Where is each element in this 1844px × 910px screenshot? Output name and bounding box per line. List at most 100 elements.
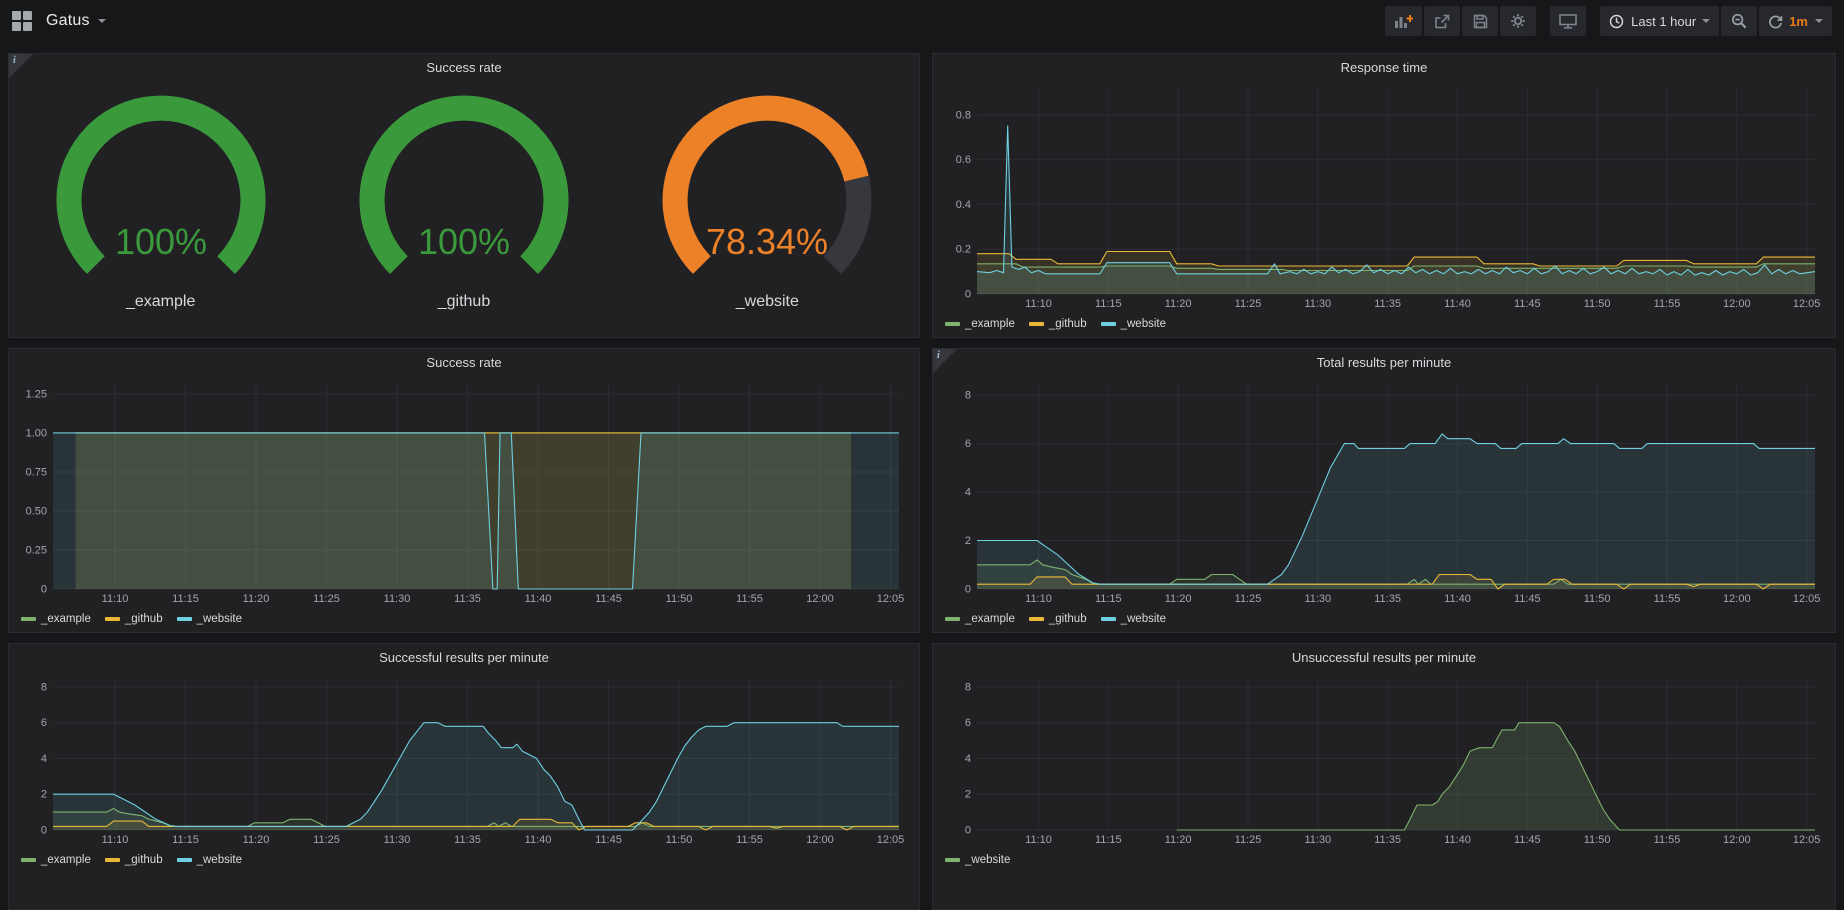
legend-item-github[interactable]: _github — [105, 613, 163, 625]
panel-title[interactable]: Successful results per minute — [9, 644, 919, 672]
svg-text:11:10: 11:10 — [1025, 593, 1052, 605]
svg-text:12:00: 12:00 — [806, 593, 834, 605]
monitor-icon — [1559, 14, 1577, 29]
svg-text:11:40: 11:40 — [525, 593, 552, 605]
chart-plot-area[interactable]: 0246811:1011:1511:2011:2511:3011:3511:40… — [17, 672, 911, 848]
gauge-svg: 78.34% — [647, 94, 887, 286]
chart-legend: _example _github _website — [9, 848, 919, 872]
add-panel-button[interactable] — [1385, 6, 1422, 36]
svg-text:11:15: 11:15 — [1095, 298, 1122, 310]
legend-item-github[interactable]: _github — [1029, 318, 1087, 330]
panel-title[interactable]: Unsuccessful results per minute — [933, 644, 1835, 672]
svg-text:6: 6 — [965, 438, 971, 450]
save-button[interactable] — [1462, 6, 1498, 36]
svg-text:11:30: 11:30 — [384, 834, 411, 846]
legend-label: _github — [1049, 613, 1087, 625]
legend-item-github[interactable]: _github — [105, 854, 163, 866]
gauge-row: 100% _example 100% _github 78.34% _websi… — [9, 82, 919, 311]
chart-plot-area[interactable]: 00.250.500.751.001.2511:1011:1511:2011:2… — [17, 377, 911, 607]
chart-legend: _website — [933, 848, 1835, 872]
panel-response-time: Response time 00.20.40.60.811:1011:1511:… — [932, 53, 1836, 338]
panel-title[interactable]: Success rate — [9, 349, 919, 377]
legend-swatch — [1029, 322, 1044, 326]
svg-text:11:20: 11:20 — [1165, 298, 1192, 310]
svg-text:4: 4 — [965, 753, 971, 765]
legend-item-example[interactable]: _example — [21, 613, 91, 625]
svg-text:0: 0 — [965, 289, 971, 301]
svg-text:12:05: 12:05 — [1793, 834, 1821, 846]
caret-down-icon — [1815, 19, 1823, 23]
legend-swatch — [177, 858, 192, 862]
share-button[interactable] — [1424, 6, 1460, 36]
magnifier-minus-icon — [1731, 13, 1747, 29]
zoom-out-button[interactable] — [1721, 6, 1757, 36]
svg-text:12:00: 12:00 — [1723, 298, 1751, 310]
svg-text:0: 0 — [41, 584, 47, 596]
chart-legend: _example _github _website — [933, 607, 1835, 631]
chart-plot-area[interactable]: 0246811:1011:1511:2011:2511:3011:3511:40… — [941, 672, 1827, 848]
legend-item-website[interactable]: _website — [1101, 318, 1166, 330]
svg-text:0.25: 0.25 — [26, 545, 47, 557]
svg-text:11:25: 11:25 — [1235, 834, 1262, 846]
svg-text:11:20: 11:20 — [1165, 834, 1192, 846]
panel-info-icon[interactable]: i — [933, 349, 957, 373]
chart-svg: 00.20.40.60.811:1011:1511:2011:2511:3011… — [941, 82, 1827, 312]
caret-down-icon[interactable] — [98, 19, 106, 23]
legend-item-example[interactable]: _example — [945, 613, 1015, 625]
gauge-arc: 78.34% — [617, 94, 917, 291]
svg-text:12:05: 12:05 — [877, 593, 905, 605]
gauge-label: _github — [314, 293, 614, 311]
legend-label: _website — [1121, 613, 1166, 625]
svg-text:11:15: 11:15 — [1095, 834, 1122, 846]
svg-text:11:15: 11:15 — [172, 593, 199, 605]
gauge-svg: 100% — [41, 94, 281, 286]
svg-text:11:55: 11:55 — [1654, 834, 1681, 846]
panel-info-icon[interactable]: i — [9, 54, 33, 78]
refresh-button[interactable]: 1m — [1759, 6, 1832, 36]
svg-text:11:15: 11:15 — [172, 834, 199, 846]
svg-text:11:35: 11:35 — [454, 593, 481, 605]
svg-text:11:40: 11:40 — [1444, 834, 1471, 846]
svg-text:11:40: 11:40 — [525, 834, 552, 846]
panel-success-rate-gauges: i Success rate 100% _example 100% _githu… — [8, 53, 920, 338]
svg-text:12:05: 12:05 — [1793, 593, 1821, 605]
legend-item-website[interactable]: _website — [1101, 613, 1166, 625]
panel-title[interactable]: Success rate — [9, 54, 919, 82]
panel-title[interactable]: Response time — [933, 54, 1835, 82]
svg-text:100%: 100% — [418, 221, 510, 262]
refresh-interval-label: 1m — [1789, 14, 1808, 29]
legend-item-example[interactable]: _example — [21, 854, 91, 866]
legend-item-website[interactable]: _website — [177, 854, 242, 866]
gear-icon — [1510, 13, 1526, 29]
svg-text:11:25: 11:25 — [313, 834, 340, 846]
svg-text:11:40: 11:40 — [1444, 298, 1471, 310]
top-navbar: Gatus Last 1 hour 1m — [0, 0, 1844, 42]
chart-plot-area[interactable]: 0246811:1011:1511:2011:2511:3011:3511:40… — [941, 377, 1827, 607]
svg-text:8: 8 — [965, 681, 971, 693]
dashboard-grid-icon[interactable] — [12, 11, 32, 31]
dashboard-title[interactable]: Gatus — [46, 12, 90, 30]
panel-title[interactable]: Total results per minute — [933, 349, 1835, 377]
svg-text:1.25: 1.25 — [26, 388, 47, 400]
svg-text:11:30: 11:30 — [1304, 834, 1331, 846]
legend-item-github[interactable]: _github — [1029, 613, 1087, 625]
chart-plot-area[interactable]: 00.20.40.60.811:1011:1511:2011:2511:3011… — [941, 82, 1827, 312]
legend-item-example[interactable]: _example — [945, 318, 1015, 330]
legend-item-website[interactable]: _website — [945, 854, 1010, 866]
svg-text:11:35: 11:35 — [454, 834, 481, 846]
svg-text:12:00: 12:00 — [1723, 834, 1751, 846]
cycle-view-mode-button[interactable] — [1550, 6, 1586, 36]
time-range-picker-button[interactable]: Last 1 hour — [1600, 6, 1719, 36]
legend-swatch — [945, 858, 960, 862]
legend-item-website[interactable]: _website — [177, 613, 242, 625]
chart-svg: 0246811:1011:1511:2011:2511:3011:3511:40… — [941, 672, 1827, 848]
svg-text:2: 2 — [41, 789, 47, 801]
time-range-label: Last 1 hour — [1631, 14, 1696, 29]
svg-text:1.00: 1.00 — [26, 427, 47, 439]
chart-svg: 0246811:1011:1511:2011:2511:3011:3511:40… — [17, 672, 911, 848]
settings-button[interactable] — [1500, 6, 1536, 36]
svg-text:4: 4 — [965, 487, 971, 499]
legend-label: _github — [1049, 318, 1087, 330]
legend-swatch — [945, 617, 960, 621]
svg-text:12:00: 12:00 — [1723, 593, 1751, 605]
